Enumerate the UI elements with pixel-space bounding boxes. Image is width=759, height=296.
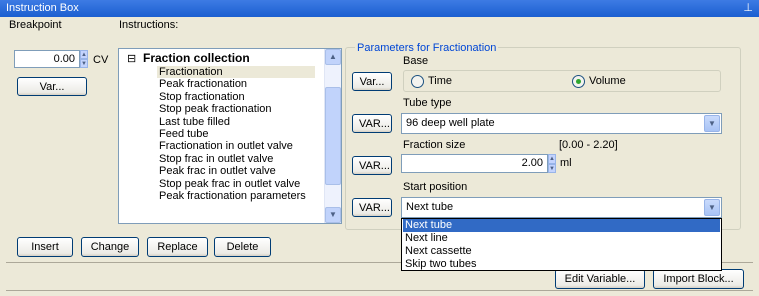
instruction-item[interactable]: Fractionation in outlet valve bbox=[159, 140, 293, 152]
breakpoint-value: 0.00 bbox=[53, 53, 75, 65]
tube-type-var-button[interactable]: VAR... bbox=[352, 114, 392, 133]
start-position-var-button[interactable]: VAR... bbox=[352, 198, 392, 217]
edit-variable-button[interactable]: Edit Variable... bbox=[555, 269, 645, 289]
breakpoint-label: Breakpoint bbox=[9, 19, 62, 31]
radio-volume[interactable] bbox=[572, 75, 585, 88]
window-title-bar: Instruction Box bbox=[0, 0, 759, 17]
instruction-item[interactable]: Last tube filled bbox=[159, 116, 230, 128]
parameters-legend: Parameters for Fractionation bbox=[355, 42, 499, 54]
radio-selected-dot bbox=[576, 79, 581, 84]
fraction-size-var-button[interactable]: VAR... bbox=[352, 156, 392, 175]
dropdown-option-skip-two-tubes[interactable]: Skip two tubes bbox=[403, 258, 720, 271]
tube-type-label: Tube type bbox=[403, 97, 452, 109]
breakpoint-unit: CV bbox=[93, 54, 109, 66]
fraction-size-spin-up-icon[interactable]: ▲ bbox=[548, 154, 556, 164]
scroll-down-icon[interactable]: ▼ bbox=[325, 207, 341, 223]
tube-type-select[interactable]: 96 deep well plate bbox=[401, 113, 722, 134]
instruction-item[interactable]: Stop fractionation bbox=[159, 91, 245, 103]
collapse-icon[interactable]: ⊟ bbox=[127, 52, 136, 65]
instruction-item[interactable]: Fractionation bbox=[157, 66, 315, 78]
start-position-dropdown[interactable]: Next tube Next line Next cassette Skip t… bbox=[401, 218, 722, 271]
radio-volume-label[interactable]: Volume bbox=[589, 75, 626, 87]
instruction-item[interactable]: Peak fractionation parameters bbox=[159, 190, 306, 202]
instruction-item[interactable]: Peak frac in outlet valve bbox=[159, 165, 276, 177]
instruction-item[interactable]: Stop peak fractionation bbox=[159, 103, 272, 115]
dropdown-option-next-cassette[interactable]: Next cassette bbox=[403, 245, 720, 258]
window-title: Instruction Box bbox=[6, 2, 79, 14]
list-scrollbar[interactable]: ▲ ▼ bbox=[324, 49, 341, 223]
scroll-thumb[interactable] bbox=[325, 87, 341, 185]
start-position-value: Next tube bbox=[406, 201, 454, 213]
dropdown-option-next-tube[interactable]: Next tube bbox=[403, 219, 720, 232]
fraction-size-range: [0.00 - 2.20] bbox=[559, 139, 618, 151]
delete-button[interactable]: Delete bbox=[214, 237, 271, 257]
radio-time-label[interactable]: Time bbox=[428, 75, 452, 87]
change-button[interactable]: Change bbox=[81, 237, 139, 257]
chevron-down-icon[interactable]: ▼ bbox=[704, 115, 720, 132]
chevron-down-icon[interactable]: ▼ bbox=[704, 199, 720, 216]
pin-icon[interactable]: ⊥ bbox=[743, 0, 753, 17]
fraction-size-value: 2.00 bbox=[521, 157, 543, 169]
instruction-item[interactable]: Stop frac in outlet valve bbox=[159, 153, 273, 165]
fraction-size-input[interactable]: 2.00 bbox=[401, 154, 548, 173]
instruction-item[interactable]: Feed tube bbox=[159, 128, 209, 140]
base-var-button[interactable]: Var... bbox=[352, 72, 392, 91]
breakpoint-input[interactable]: 0.00 bbox=[14, 50, 80, 68]
dropdown-option-next-line[interactable]: Next line bbox=[403, 232, 720, 245]
instruction-item[interactable]: Peak fractionation bbox=[159, 78, 247, 90]
start-position-select[interactable]: Next tube bbox=[401, 197, 722, 218]
import-block-button[interactable]: Import Block... bbox=[653, 269, 744, 289]
radio-time[interactable] bbox=[411, 75, 424, 88]
insert-button[interactable]: Insert bbox=[17, 237, 73, 257]
breakpoint-spin-up-icon[interactable]: ▲ bbox=[80, 50, 88, 59]
fraction-size-unit: ml bbox=[560, 157, 572, 169]
fraction-size-label: Fraction size bbox=[403, 139, 466, 151]
breakpoint-var-button[interactable]: Var... bbox=[17, 77, 87, 96]
scroll-up-icon[interactable]: ▲ bbox=[325, 49, 341, 65]
start-position-label: Start position bbox=[403, 181, 468, 193]
instructions-list[interactable]: ⊟ Fraction collection Fractionation Peak … bbox=[118, 48, 342, 224]
instruction-item[interactable]: Stop peak frac in outlet valve bbox=[159, 178, 300, 190]
breakpoint-spin-down-icon[interactable]: ▼ bbox=[80, 59, 88, 68]
tube-type-value: 96 deep well plate bbox=[406, 117, 495, 129]
instructions-label: Instructions: bbox=[119, 19, 179, 31]
replace-button[interactable]: Replace bbox=[147, 237, 208, 257]
base-label: Base bbox=[403, 55, 429, 67]
fraction-size-spin-down-icon[interactable]: ▼ bbox=[548, 164, 556, 173]
group-title[interactable]: Fraction collection bbox=[143, 51, 250, 65]
